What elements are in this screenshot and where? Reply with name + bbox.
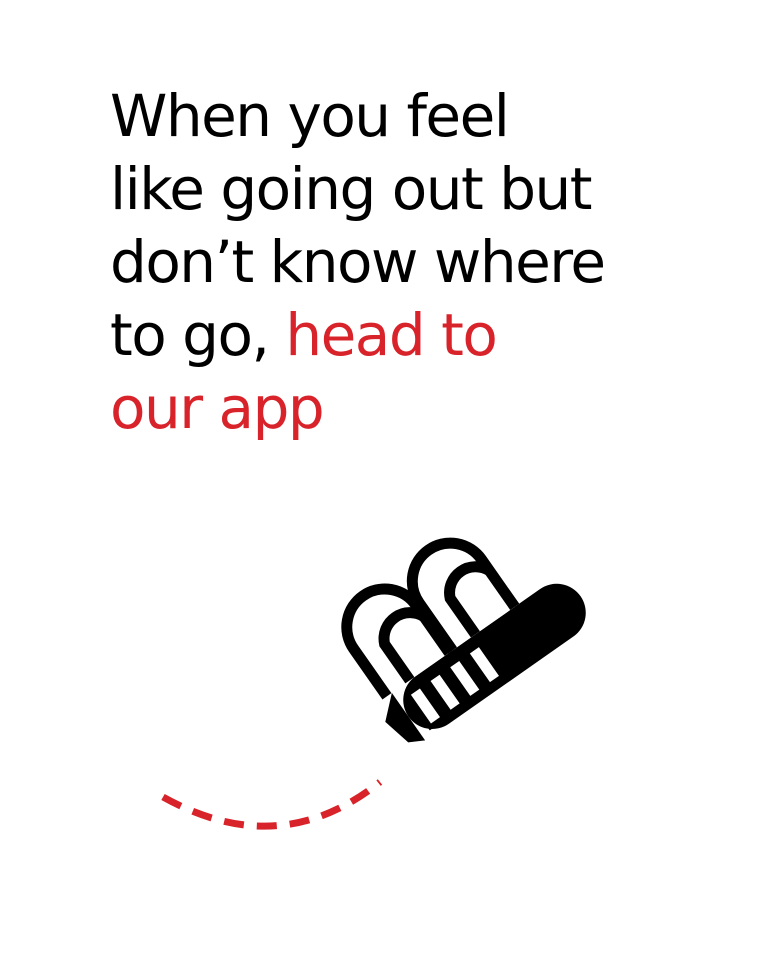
dashed-trail-path: [161, 779, 383, 830]
headline-line-5: our app: [110, 374, 325, 442]
headline-line-4-accent: head to: [285, 301, 497, 369]
headline-line-3: don’t know where: [110, 228, 606, 296]
headline-line-1: When you feel: [110, 82, 510, 150]
headline: When you feel like going out but don’t k…: [110, 80, 730, 445]
toothbrush-icon: [341, 537, 586, 743]
headline-line-2: like going out but: [110, 155, 593, 223]
headline-line-4-plain: to go,: [110, 301, 286, 369]
headline-line-4: to go, head to: [110, 299, 730, 372]
